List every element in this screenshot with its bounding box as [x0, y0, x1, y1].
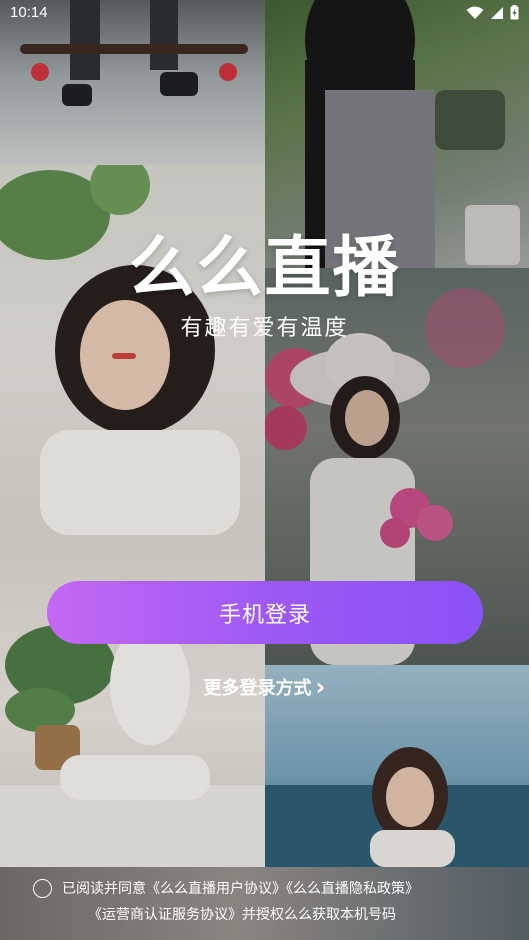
operator-agreement-link[interactable]: 《运营商认证服务协议》 [88, 907, 242, 923]
battery-icon [510, 5, 519, 20]
wifi-icon [466, 6, 484, 19]
status-icons [466, 5, 519, 20]
agreement-suffix: 并授权么么获取本机号码 [242, 907, 396, 923]
app-logo: 么么直播 有趣有爱有温度 [0, 228, 529, 342]
app-title: 么么直播 [128, 229, 401, 306]
privacy-policy-link[interactable]: 《么么直播隐私政策》 [286, 881, 419, 897]
phone-login-button[interactable]: 手机登录 [47, 581, 483, 644]
cellular-signal-icon [491, 6, 503, 19]
status-time: 10:14 [10, 4, 48, 21]
agreement-line-2: 《运营商认证服务协议》并授权么么获取本机号码 [0, 902, 529, 928]
more-login-options[interactable]: 更多登录方式 › [0, 674, 529, 700]
agreement-checkbox[interactable] [33, 879, 52, 898]
photo-girl-bob-hair-leaves [0, 165, 265, 535]
status-bar: 10:14 [0, 0, 529, 28]
more-login-label: 更多登录方式 [203, 678, 312, 699]
agreement-line-1: 已阅读并同意《么么直播用户协议》《么么直播隐私政策》 [0, 876, 529, 902]
agreement-section: 已阅读并同意《么么直播用户协议》《么么直播隐私政策》 《运营商认证服务协议》并授… [0, 876, 529, 928]
app-slogan: 有趣有爱有温度 [180, 316, 349, 341]
chevron-right-icon: › [315, 673, 326, 701]
user-agreement-link[interactable]: 《么么直播用户协议》 [146, 881, 286, 897]
agreement-prefix: 已阅读并同意 [62, 881, 146, 897]
